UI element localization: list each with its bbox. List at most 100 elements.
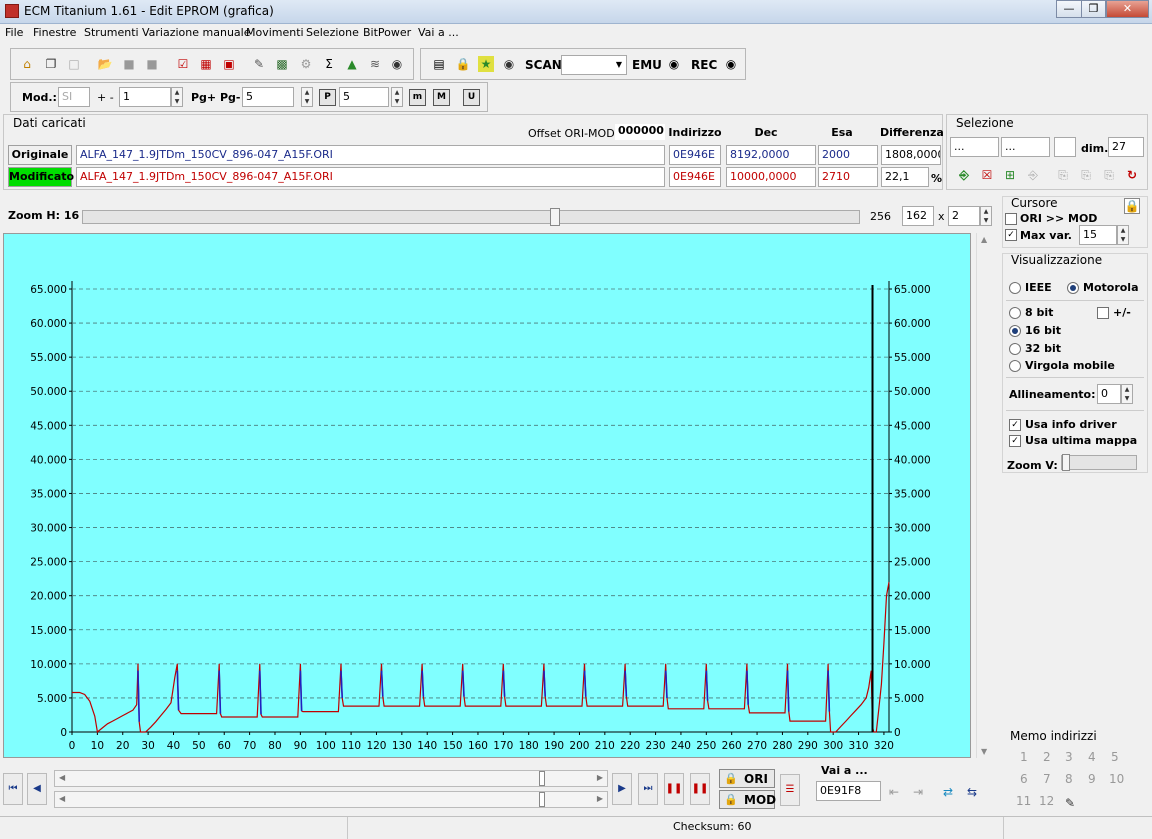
m-small-button[interactable]: m [409,89,426,106]
maxvar-checkbox[interactable]: ✓ [1005,229,1017,241]
menu-variazione-manuale[interactable]: Variazione manuale [142,26,251,39]
home-icon[interactable]: ⌂ [19,56,35,72]
menu-finestre[interactable]: Finestre [33,26,76,39]
menu-bitpower[interactable]: BitPower [363,26,411,39]
maxvar-field[interactable]: 15 [1079,225,1117,245]
disabled-icon[interactable]: ■ [121,56,137,72]
align-stepper[interactable]: ▲ ▼ [1121,384,1133,404]
p-stepper[interactable]: ▲ ▼ [391,87,403,107]
p-field[interactable]: 5 [339,87,389,107]
memo-item[interactable]: 1 [1020,750,1028,764]
close-button[interactable]: ✕ [1106,0,1149,18]
reset-icon[interactable]: ↻ [1124,167,1140,183]
plusminus-stepper[interactable]: ▲ ▼ [171,87,183,107]
last-page-button[interactable]: ⏭ [638,773,658,805]
zoom-h-slider-thumb[interactable] [550,208,561,226]
memo-item[interactable]: 8 [1065,772,1073,786]
goto-field[interactable]: 0E91F8 [816,781,881,801]
ieee-radio[interactable] [1009,282,1021,294]
memo-item[interactable]: 9 [1088,772,1096,786]
open-folder-icon[interactable]: 📂 [97,56,113,72]
edit-icon[interactable]: ✎ [251,56,267,72]
menu-file[interactable]: File [5,26,23,39]
m-big-button[interactable]: M [433,89,450,106]
use-driver-checkbox[interactable]: ✓ [1009,419,1021,431]
menu-vai-a[interactable]: Vai a ... [418,26,459,39]
menu-selezione[interactable]: Selezione [306,26,359,39]
selection-start-field[interactable]: ... [950,137,999,157]
chart-area[interactable]: 0 5.000 10.000 15.000 20.000 25.000 30.000 35.0… [3,233,971,758]
calculator-icon[interactable]: ▦ [198,56,214,72]
32bit-radio[interactable] [1009,343,1021,355]
minimize-button[interactable]: — [1056,0,1082,18]
memo-item[interactable]: 3 [1065,750,1073,764]
windows-icon[interactable]: ❐ [43,56,59,72]
ori-mod-checkbox[interactable] [1005,213,1017,225]
select-clear-icon[interactable]: ☒ [979,167,995,183]
ori-button[interactable]: 🔒 ORI [719,769,775,788]
copy-icon[interactable]: ⎘ [1055,167,1071,183]
16bit-radio[interactable] [1009,325,1021,337]
eprom-line-chart[interactable]: 0 5.000 10.000 15.000 20.000 25.000 30.000 35.0… [4,234,970,757]
8bit-radio[interactable] [1009,307,1021,319]
compare-next-button[interactable]: ❚❚ [690,773,710,805]
binoculars-icon[interactable]: ◉ [389,56,405,72]
memo-save-icon[interactable]: ✎ [1062,795,1078,811]
dim-field[interactable]: 27 [1108,137,1144,157]
next-step-button[interactable]: ▶ [612,773,632,805]
scrollbar-thumb[interactable] [539,771,545,786]
chevron-down-icon[interactable]: ▼ [611,57,627,73]
mod-button[interactable]: 🔒 MOD [719,790,776,809]
runner-icon[interactable]: ★ [478,56,494,72]
zoom-v-slider[interactable] [1061,454,1137,471]
memo-item[interactable]: 6 [1020,772,1028,786]
prev-step-button[interactable]: ◀ [27,773,47,805]
counter-icon[interactable]: ▣ [221,56,237,72]
plusminus-field[interactable]: 1 [119,87,171,107]
chip-icon[interactable]: ▩ [274,56,290,72]
emu-record-icon[interactable]: ◉ [666,56,682,72]
memo-item[interactable]: 4 [1088,750,1096,764]
zoom-mult-field[interactable]: 2 [948,206,980,226]
disabled-icon[interactable]: ■ [144,56,160,72]
lock-icon[interactable]: 🔒 [455,56,471,72]
tool-icon[interactable]: ⚙ [298,56,314,72]
memo-item[interactable]: 7 [1043,772,1051,786]
mod-field[interactable]: SI [58,87,90,107]
compare-prev-button[interactable]: ❚❚ [664,773,684,805]
pg-field[interactable]: 5 [242,87,294,107]
padlock-icon[interactable]: 🔒 [1124,198,1140,214]
maximize-button[interactable]: ❐ [1081,0,1106,18]
memo-item[interactable]: 12 [1039,794,1054,808]
zoom-mult-stepper[interactable]: ▲ ▼ [980,206,992,226]
terminal-icon[interactable]: ▤ [431,56,447,72]
pg-stepper[interactable]: ▲ ▼ [301,87,313,107]
memo-item[interactable]: 11 [1016,794,1031,808]
goto-right-icon[interactable]: ⇥ [910,784,926,800]
memo-item[interactable]: 5 [1111,750,1119,764]
scroll-up-icon[interactable]: ▲ [981,235,987,244]
u-button[interactable]: U [463,89,480,106]
scroll-down-icon[interactable]: ▼ [981,747,987,756]
maxvar-stepper[interactable]: ▲ ▼ [1117,225,1129,245]
horizontal-scrollbar-bottom[interactable]: ◀ ▶ [54,791,608,808]
signed-checkbox[interactable] [1097,307,1109,319]
p-button[interactable]: P [319,89,336,106]
first-page-button[interactable]: ⏮ [3,773,23,805]
flag-button[interactable]: ☰ [780,774,800,806]
zoom-h-slider[interactable] [82,208,860,226]
select-add-icon[interactable]: ⊞ [1002,167,1018,183]
jump-back-icon[interactable]: ⇄ [940,784,956,800]
horizontal-scrollbar-top[interactable]: ◀ ▶ [54,770,608,787]
selection-end-field[interactable]: ... [1001,137,1050,157]
shapes-icon[interactable]: ▲ [344,56,360,72]
graph-icon[interactable]: ≋ [367,56,383,72]
motorola-radio[interactable] [1067,282,1079,294]
float-radio[interactable] [1009,360,1021,372]
menu-strumenti[interactable]: Strumenti [84,26,139,39]
record-icon[interactable]: ◉ [501,56,517,72]
checklist-icon[interactable]: ☑ [175,56,191,72]
select-range-icon[interactable]: ⎆ [1025,167,1041,183]
jump-forward-icon[interactable]: ⇆ [964,784,980,800]
menu-movimenti[interactable]: Movimenti [246,26,304,39]
